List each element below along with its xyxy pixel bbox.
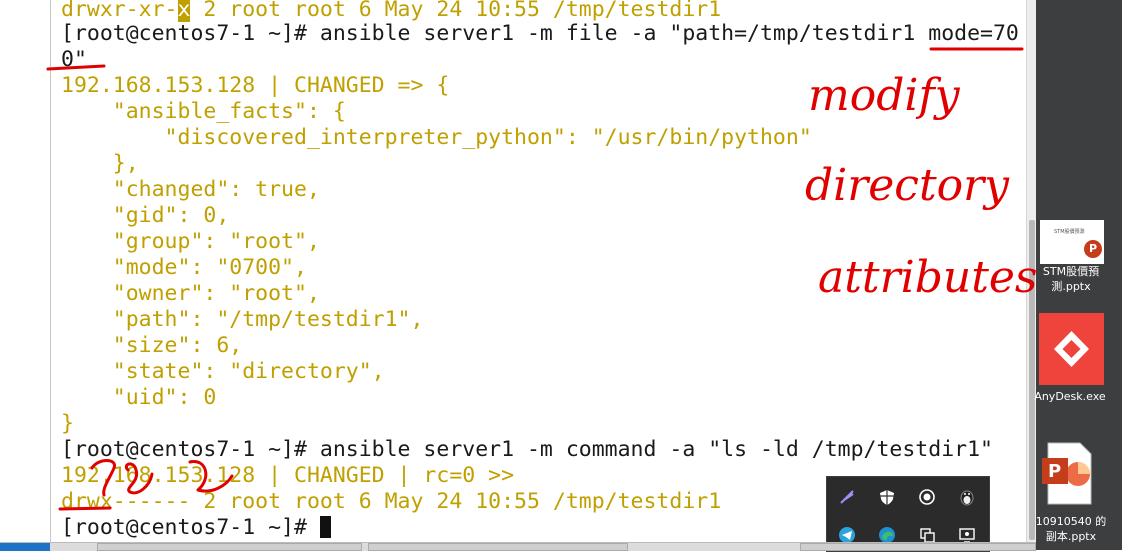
text-selection: x <box>177 0 191 22</box>
terminal-line: "group": "root", <box>61 229 320 254</box>
scrollbar-thumb[interactable] <box>1029 220 1035 540</box>
powerpoint-icon: P <box>1084 240 1102 258</box>
terminal-line: "owner": "root", <box>61 281 320 306</box>
anydesk-icon[interactable] <box>1039 313 1104 385</box>
tux-icon[interactable] <box>955 485 979 509</box>
terminal-line: "gid": 0, <box>61 203 230 228</box>
terminal-line: [root@centos7-1 ~]# ansible server1 -m c… <box>61 437 993 462</box>
terminal-line: "ansible_facts": { <box>61 99 346 124</box>
security-shield-icon[interactable] <box>875 485 899 509</box>
terminal-line: } <box>61 411 74 436</box>
terminal-line: 192.168.153.128 | CHANGED | rc=0 >> <box>61 463 515 488</box>
terminal-line: "uid": 0 <box>61 385 217 410</box>
desktop: STM股價預測 P STM股價預 測.pptx AnyDesk.exe P 109… <box>1034 0 1122 550</box>
terminal-line: [root@centos7-1 ~]# ansible server1 -m f… <box>61 21 1019 46</box>
terminal-cursor <box>319 516 331 538</box>
feather-icon[interactable] <box>835 485 859 509</box>
system-tray-overflow <box>826 476 990 552</box>
desktop-icon-label: 10910540 的副本.pptx <box>1035 515 1107 543</box>
terminal-line: "discovered_interpreter_python": "/usr/b… <box>61 125 812 150</box>
desktop-icon-label: STM股價預 測.pptx <box>1042 265 1100 293</box>
terminal-line: drwxr-xr-x 2 root root 6 May 24 10:55 /t… <box>61 0 721 23</box>
terminal-line: 192.168.153.128 | CHANGED => { <box>61 73 450 98</box>
svg-text:P: P <box>1048 461 1061 482</box>
terminal-line: "changed": true, <box>61 177 320 202</box>
terminal-line: "mode": "0700", <box>61 255 307 280</box>
terminal-line: "path": "/tmp/testdir1", <box>61 307 424 332</box>
terminal-line: "state": "directory", <box>61 359 385 384</box>
terminal-line: drwx------ 2 root root 6 May 24 10:55 /t… <box>61 489 722 514</box>
desktop-icon-label: AnyDesk.exe <box>1034 390 1106 403</box>
terminal-window[interactable]: drwxr-xr-x 2 root root 6 May 24 10:55 /t… <box>50 0 1037 542</box>
powerpoint-file-icon[interactable]: P <box>1042 442 1092 505</box>
terminal-line: 0" <box>61 47 87 72</box>
terminal-line: }, <box>61 151 139 176</box>
ppt-thumbnail-icon[interactable]: STM股價預測 P <box>1040 220 1104 264</box>
terminal-line: "size": 6, <box>61 333 243 358</box>
terminal-prompt-line[interactable]: [root@centos7-1 ~]# <box>61 515 331 541</box>
record-icon[interactable] <box>915 485 939 509</box>
